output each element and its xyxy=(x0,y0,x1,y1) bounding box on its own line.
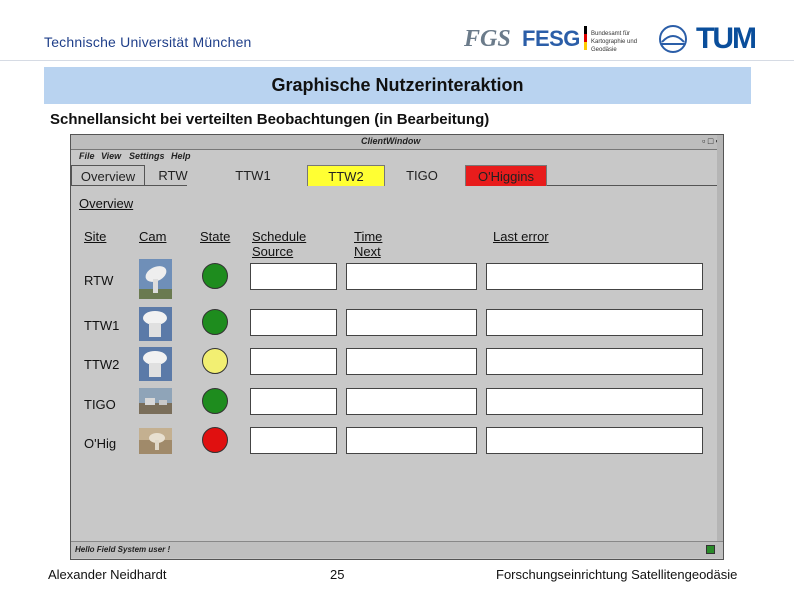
tab-rtw[interactable]: RTW xyxy=(145,165,201,185)
ttw1-last-error-field[interactable] xyxy=(486,309,703,336)
university-name: Technische Universität München xyxy=(44,34,252,50)
ohiggins-state-led xyxy=(202,427,228,453)
tab-ohiggins[interactable]: O'Higgins xyxy=(465,165,547,186)
rtw-schedule-source-field[interactable] xyxy=(250,263,337,290)
tum-logo: TUM xyxy=(696,22,757,55)
col-last-error: Last error xyxy=(493,229,549,244)
german-flag-icon xyxy=(584,26,587,50)
rtw-state-led xyxy=(202,263,228,289)
footer-author: Alexander Neidhardt xyxy=(48,567,167,582)
site-label-ohiggins: O'Hig xyxy=(84,436,117,451)
footer-page-number: 25 xyxy=(330,567,345,582)
slide-title: Graphische Nutzerinteraktion xyxy=(44,67,751,104)
observatory-logo-icon xyxy=(659,25,687,53)
menu-bar: File View Settings Help xyxy=(71,150,723,163)
menu-help[interactable]: Help xyxy=(171,151,191,161)
site-label-rtw: RTW xyxy=(84,273,114,288)
ttw2-camera-image[interactable] xyxy=(139,347,172,381)
col-cam: Cam xyxy=(139,229,167,244)
menu-view[interactable]: View xyxy=(101,151,121,161)
fesg-logo: FESG xyxy=(522,26,580,51)
bkg-logo: Bundesamt für Kartographie und Geodäsie xyxy=(584,26,646,53)
ttw1-camera-image[interactable] xyxy=(139,307,172,341)
ohiggins-last-error-field[interactable] xyxy=(486,427,703,454)
client-window: ClientWindow ▫ □ ▪ File View Settings He… xyxy=(70,134,724,560)
status-message: Hello Field System user ! xyxy=(75,545,171,554)
menu-file[interactable]: File xyxy=(79,151,95,161)
site-label-ttw1: TTW1 xyxy=(84,318,120,333)
site-label-tigo: TIGO xyxy=(84,397,116,412)
tigo-camera-image[interactable] xyxy=(139,388,172,414)
ttw2-schedule-source-field[interactable] xyxy=(250,348,337,375)
col-site: Site xyxy=(84,229,107,244)
tigo-last-error-field[interactable] xyxy=(486,388,703,415)
ohiggins-camera-image[interactable] xyxy=(139,428,172,454)
status-bar: Hello Field System user ! xyxy=(71,541,723,558)
col-time-next: Time Next xyxy=(354,229,383,259)
logo-bar: FGS FESG Bundesamt für Kartographie und … xyxy=(464,22,757,56)
tab-overview[interactable]: Overview xyxy=(71,165,145,186)
col-state: State xyxy=(200,229,231,244)
ttw2-time-next-field[interactable] xyxy=(346,348,477,375)
tab-baseline xyxy=(71,185,187,186)
site-label-ttw2: TTW2 xyxy=(84,357,120,372)
ttw1-time-next-field[interactable] xyxy=(346,309,477,336)
rtw-last-error-field[interactable] xyxy=(486,263,703,290)
tab-baseline xyxy=(547,185,723,186)
header-divider xyxy=(0,60,794,61)
fgs-logo: FGS xyxy=(464,26,511,52)
maximize-icon[interactable]: □ xyxy=(708,136,713,146)
tigo-time-next-field[interactable] xyxy=(346,388,477,415)
window-titlebar[interactable]: ClientWindow ▫ □ ▪ xyxy=(71,135,723,150)
tab-ttw2[interactable]: TTW2 xyxy=(307,165,385,186)
window-title: ClientWindow xyxy=(361,136,421,146)
ohiggins-schedule-source-field[interactable] xyxy=(250,427,337,454)
section-title: Overview xyxy=(79,196,134,211)
tab-ttw1[interactable]: TTW1 xyxy=(221,165,285,185)
tab-tigo[interactable]: TIGO xyxy=(387,165,457,185)
status-led-icon xyxy=(706,545,715,554)
ttw1-state-led xyxy=(202,309,228,335)
rtw-time-next-field[interactable] xyxy=(346,263,477,290)
ohiggins-time-next-field[interactable] xyxy=(346,427,477,454)
minimize-icon[interactable]: ▫ xyxy=(702,136,705,146)
col-schedule-source: Schedule Source xyxy=(252,229,307,259)
menu-settings[interactable]: Settings xyxy=(129,151,165,161)
tigo-state-led xyxy=(202,388,228,414)
footer-institute: Forschungseinrichtung Satellitengeodäsie xyxy=(496,567,738,582)
window-border-right xyxy=(717,135,723,541)
slide-subtitle: Schnellansicht bei verteilten Beobachtun… xyxy=(50,111,490,128)
ttw2-state-led xyxy=(202,348,228,374)
ttw1-schedule-source-field[interactable] xyxy=(250,309,337,336)
ttw2-last-error-field[interactable] xyxy=(486,348,703,375)
rtw-camera-image[interactable] xyxy=(139,259,172,299)
tigo-schedule-source-field[interactable] xyxy=(250,388,337,415)
